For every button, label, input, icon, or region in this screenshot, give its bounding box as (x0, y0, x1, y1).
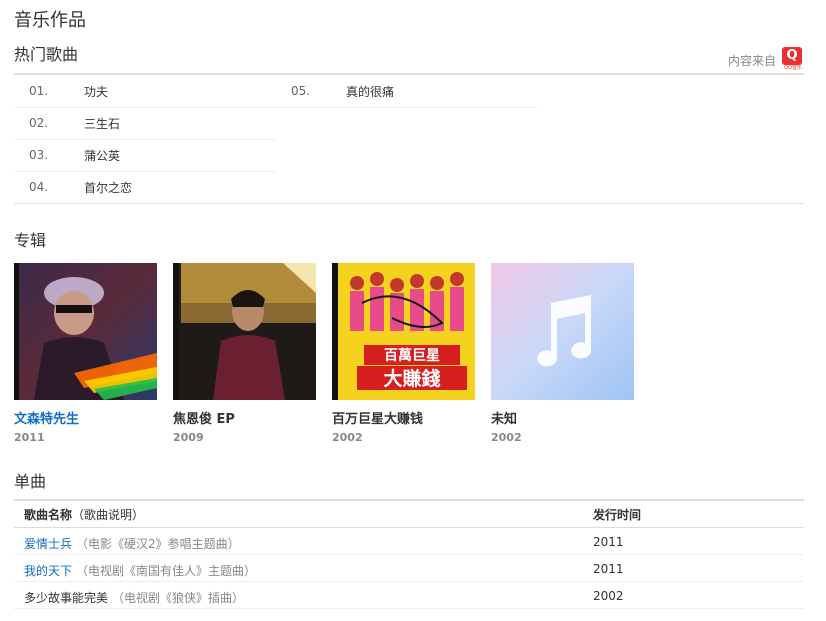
single-date: 2011 (593, 535, 624, 549)
album-year: 2011 (14, 431, 45, 444)
divider (14, 73, 804, 75)
album-cover-image[interactable]: 百萬巨星 大賺錢 (332, 263, 475, 400)
single-description: （电视剧《狼侠》插曲） (112, 591, 245, 605)
album-title-link[interactable]: 焦恩俊 EP (173, 408, 317, 427)
song-number: 03. (29, 148, 49, 162)
albums-title: 专辑 (14, 231, 47, 250)
album-cover-image[interactable] (173, 263, 316, 400)
song-link[interactable]: 三生石 (84, 115, 120, 132)
list-item[interactable]: 05. 真的很痛 (276, 76, 538, 108)
cover-text: 大賺錢 (383, 367, 440, 390)
song-link[interactable]: 真的很痛 (346, 83, 394, 100)
hot-songs-title: 热门歌曲 (14, 45, 79, 64)
single-date: 2011 (593, 562, 624, 576)
table-row[interactable]: 爱情士兵 （电影《硬汉2》参唱主题曲） 2011 (14, 528, 804, 555)
list-item[interactable]: 02. 三生石 (14, 108, 276, 140)
single-description: （电视剧《南国有佳人》主题曲） (76, 564, 257, 578)
table-row[interactable]: 我的天下 （电视剧《南国有佳人》主题曲） 2011 (14, 555, 804, 582)
album-title-link[interactable]: 未知 (491, 408, 635, 427)
single-title-link[interactable]: 爱情士兵 (24, 537, 72, 551)
song-link[interactable]: 蒲公英 (84, 147, 120, 164)
album-year: 2002 (491, 431, 522, 444)
cover-text: 百萬巨星 (384, 347, 440, 364)
singles-table: 歌曲名称（歌曲说明） 发行时间 爱情士兵 （电影《硬汉2》参唱主题曲） 2011 … (14, 499, 804, 609)
source-label: 内容来自 (727, 54, 776, 68)
page-title: 音乐作品 (14, 10, 86, 31)
hot-songs-list-left: 01. 功夫 02. 三生石 03. 蒲公英 04. 首尔之恋 (14, 76, 276, 203)
song-number: 02. (29, 116, 49, 130)
single-title-link[interactable]: 我的天下 (24, 564, 72, 578)
song-number: 05. (291, 84, 311, 98)
song-link[interactable]: 首尔之恋 (84, 179, 132, 196)
single-title: 多少故事能完美 (24, 591, 109, 605)
list-item[interactable]: 01. 功夫 (14, 76, 276, 108)
song-number: 04. (29, 180, 49, 194)
album-year: 2002 (332, 431, 363, 444)
song-number: 01. (29, 84, 49, 98)
list-item[interactable]: 03. 蒲公英 (14, 140, 276, 172)
single-description: （电影《硬汉2》参唱主题曲） (76, 537, 240, 551)
album-card[interactable]: 百萬巨星 大賺錢 百万巨星大赚钱 2002 (332, 263, 476, 444)
album-cover-image[interactable] (14, 263, 157, 400)
song-link[interactable]: 功夫 (84, 83, 108, 100)
hot-songs-list-right: 05. 真的很痛 (276, 76, 538, 108)
column-header-name: 歌曲名称 (24, 508, 73, 522)
album-title-link[interactable]: 百万巨星大赚钱 (332, 408, 476, 427)
divider (14, 203, 804, 204)
list-item[interactable]: 04. 首尔之恋 (14, 172, 276, 203)
content-source[interactable]: 内容来自 Q QQ音乐 (727, 42, 804, 71)
single-date: 2002 (593, 589, 624, 603)
album-card[interactable]: 文森特先生 2011 (14, 263, 158, 444)
singles-title: 单曲 (14, 472, 47, 491)
qq-music-logo-icon[interactable]: Q QQ音乐 (782, 47, 804, 71)
album-card[interactable]: 焦恩俊 EP 2009 (173, 263, 317, 444)
table-row[interactable]: 多少故事能完美 （电视剧《狼侠》插曲） 2002 (14, 582, 804, 609)
album-year: 2009 (173, 431, 204, 444)
album-cover-placeholder[interactable] (491, 263, 634, 400)
column-header-desc: （歌曲说明） (72, 508, 145, 522)
album-card[interactable]: 未知 2002 (491, 263, 635, 444)
table-header: 歌曲名称（歌曲说明） 发行时间 (14, 499, 804, 528)
column-header-date: 发行时间 (593, 508, 642, 522)
album-title-link[interactable]: 文森特先生 (14, 408, 158, 427)
